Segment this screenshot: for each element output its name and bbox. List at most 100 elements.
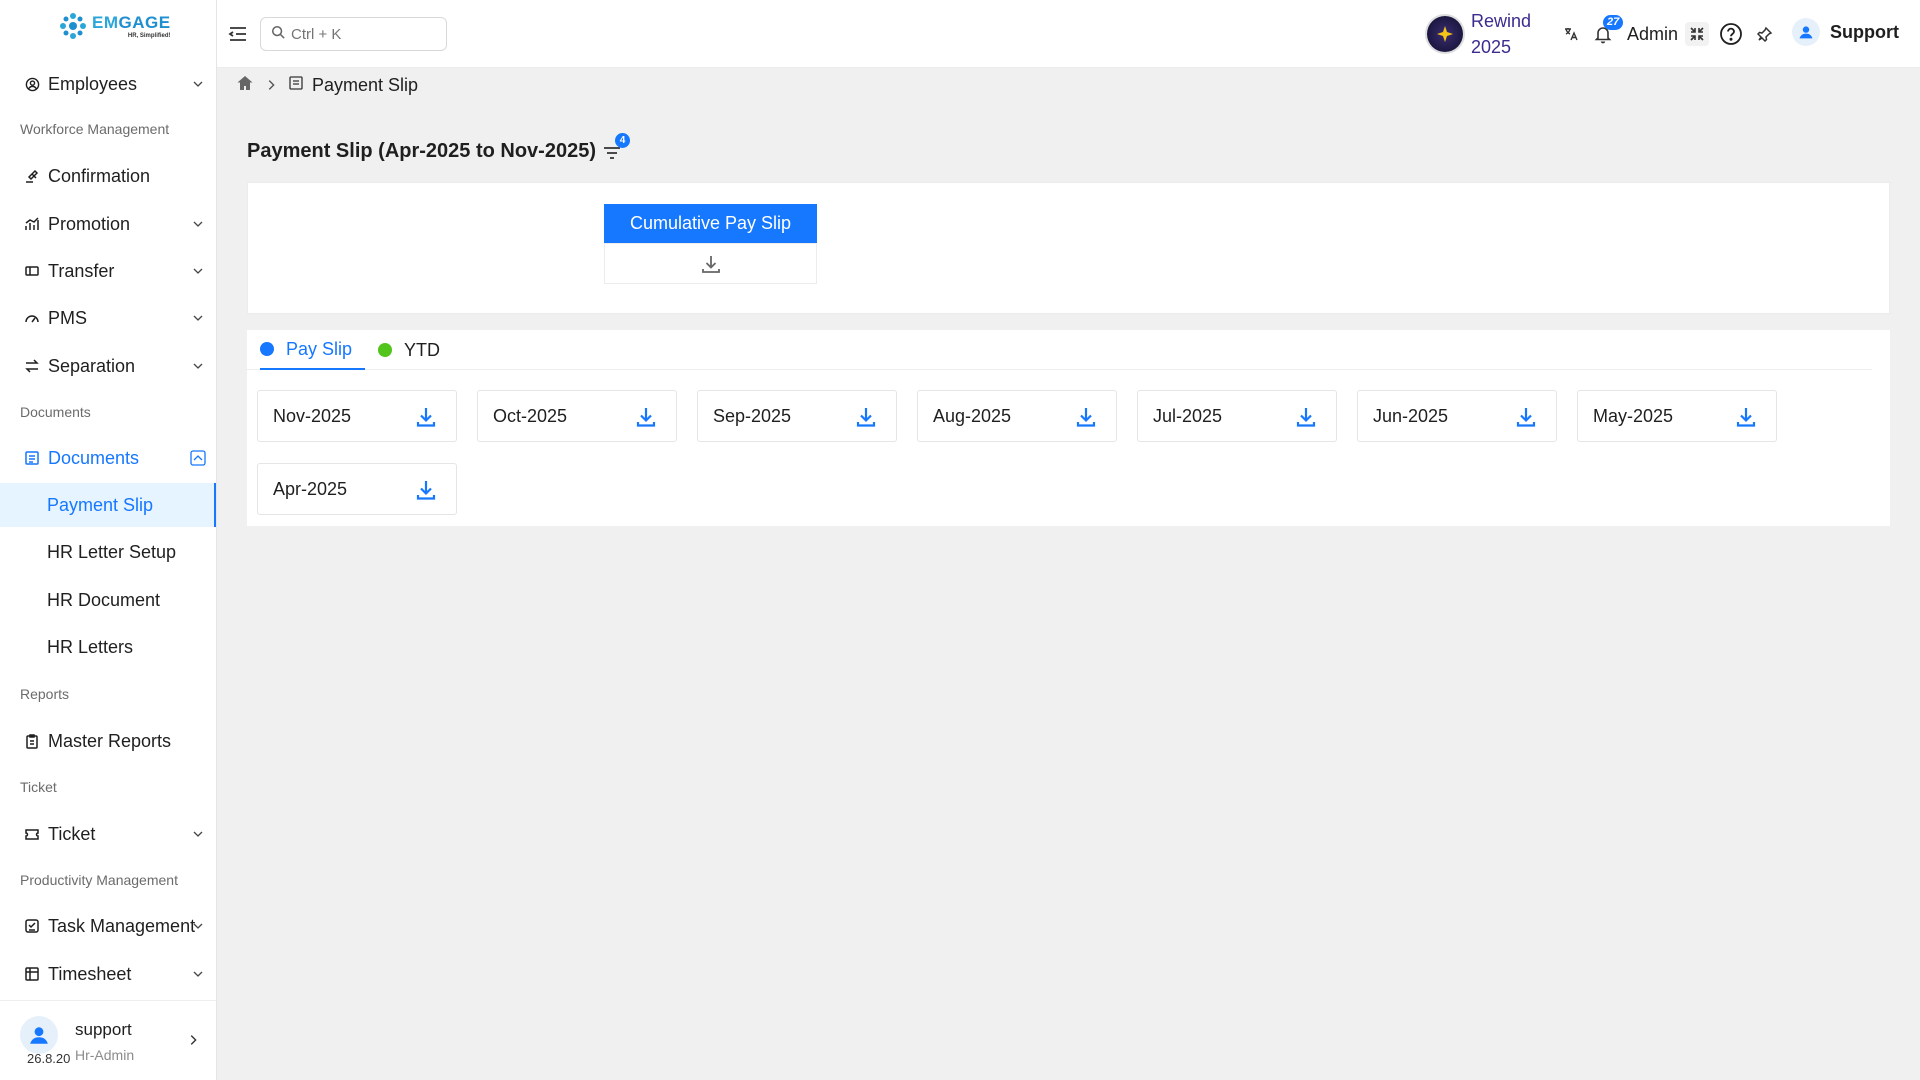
- chevron-right-icon: [268, 80, 275, 90]
- sidebar-item-label: Transfer: [48, 260, 115, 281]
- tab-label: Pay Slip: [286, 338, 353, 359]
- help-icon[interactable]: [1719, 22, 1743, 46]
- sidebar-item-separation[interactable]: Separation: [0, 344, 216, 388]
- transfer-icon: [24, 263, 40, 279]
- payslip-card: Aug-2025: [917, 390, 1117, 442]
- user-menu-label: Support: [1830, 21, 1899, 42]
- user-circle-icon: [24, 76, 40, 92]
- sidebar-item-label: Master Reports: [48, 730, 172, 751]
- tab-ytd[interactable]: YTD: [378, 330, 458, 370]
- translate-icon[interactable]: [1559, 22, 1583, 46]
- emgage-logo[interactable]: EMGAGE HR, Simplified!: [58, 10, 171, 42]
- download-icon[interactable]: [1074, 405, 1098, 429]
- sidebar-item-master-reports[interactable]: Master Reports: [0, 719, 216, 763]
- avatar: [1792, 18, 1820, 46]
- group-productivity: Productivity Management: [20, 872, 178, 888]
- filter-count-badge: 4: [615, 132, 630, 148]
- sidebar-item-hr-letters[interactable]: HR Letters: [0, 625, 216, 669]
- chevron-down-icon: [193, 971, 203, 977]
- table-icon: [24, 966, 40, 982]
- download-icon[interactable]: [1514, 405, 1538, 429]
- breadcrumb: Payment Slip: [236, 74, 418, 96]
- sidebar-item-label: PMS: [48, 307, 88, 328]
- chart-icon: [24, 216, 40, 232]
- tab-label: YTD: [404, 339, 440, 360]
- gauge-icon: [24, 310, 40, 326]
- download-icon[interactable]: [634, 405, 658, 429]
- sidebar-item-ticket[interactable]: Ticket: [0, 812, 216, 856]
- sidebar-item-label: Employees: [48, 73, 138, 94]
- menu-toggle-icon[interactable]: [227, 23, 249, 45]
- fullscreen-exit-icon[interactable]: [1685, 22, 1709, 46]
- sidebar-item-label: Timesheet: [48, 963, 132, 984]
- sidebar-item-label: Promotion: [48, 213, 131, 234]
- sidebar-item-label: HR Letter Setup: [47, 541, 177, 562]
- download-icon[interactable]: [1294, 405, 1318, 429]
- avatar: [20, 1016, 58, 1054]
- pin-icon[interactable]: [1753, 22, 1777, 46]
- filter-button[interactable]: 4: [602, 132, 630, 163]
- sidebar-item-documents[interactable]: Documents: [0, 436, 216, 480]
- group-workforce: Workforce Management: [20, 121, 170, 137]
- task-icon: [24, 918, 40, 934]
- payslip-card: Jun-2025: [1357, 390, 1557, 442]
- sidebar-item-confirmation[interactable]: Confirmation: [0, 154, 216, 198]
- sidebar-item-task-management[interactable]: Task Management: [0, 904, 216, 948]
- chevron-down-icon: [193, 81, 203, 87]
- payslip-card: Jul-2025: [1137, 390, 1337, 442]
- app-version: 26.8.20: [27, 1051, 71, 1066]
- chevron-down-icon: [193, 363, 203, 369]
- sidebar-item-hr-document[interactable]: HR Document: [0, 578, 216, 622]
- tab-dot-blue: [260, 342, 274, 356]
- download-icon[interactable]: [854, 405, 878, 429]
- payslip-month: May-2025: [1593, 405, 1674, 426]
- user-role: Hr-Admin: [75, 1047, 135, 1063]
- sidebar-item-transfer[interactable]: Transfer: [0, 249, 216, 293]
- payslip-month: Jun-2025: [1373, 405, 1449, 426]
- payslip-panel: Pay Slip YTD Nov-2025 Oct-2025 Sep-2025 Aug…: [247, 330, 1890, 526]
- sidebar-item-pms[interactable]: PMS: [0, 296, 216, 340]
- payslip-month: Apr-2025: [273, 478, 348, 499]
- rewind-2025[interactable]: Rewind 2025: [1427, 8, 1547, 60]
- sidebar-item-payment-slip[interactable]: Payment Slip: [0, 483, 216, 527]
- chevron-down-icon: [193, 315, 203, 321]
- payslip-card: May-2025: [1577, 390, 1777, 442]
- chevron-down-icon: [193, 268, 203, 274]
- sidebar-item-label: Documents: [48, 447, 140, 468]
- sparkle-icon: [1427, 16, 1463, 52]
- top-header: Rewind 2025 27 Admin Support: [217, 0, 1920, 68]
- search-input[interactable]: [291, 25, 441, 43]
- logo-mark-icon: [58, 11, 88, 41]
- sidebar-item-employees[interactable]: Employees: [0, 62, 216, 106]
- sidebar-item-hr-letter-setup[interactable]: HR Letter Setup: [0, 530, 216, 574]
- home-icon[interactable]: [236, 74, 254, 97]
- sidebar-item-label: Ticket: [48, 823, 96, 844]
- payslip-card: Nov-2025: [257, 390, 457, 442]
- download-icon[interactable]: [414, 405, 438, 429]
- search-box[interactable]: [260, 17, 447, 51]
- payslip-month: Jul-2025: [1153, 405, 1223, 426]
- sidebar-user[interactable]: support 26.8.20 Hr-Admin: [0, 1000, 216, 1080]
- sidebar-item-label: HR Document: [47, 589, 161, 610]
- download-icon[interactable]: [414, 478, 438, 502]
- chevron-right-icon: [190, 1035, 197, 1045]
- user-menu[interactable]: Support: [1792, 18, 1899, 46]
- tab-dot-green: [378, 343, 392, 357]
- download-icon: [701, 255, 720, 273]
- tab-pay-slip[interactable]: Pay Slip: [260, 330, 365, 370]
- payslip-card: Oct-2025: [477, 390, 677, 442]
- role-switch[interactable]: Admin: [1627, 24, 1678, 45]
- sidebar-item-promotion[interactable]: Promotion: [0, 202, 216, 246]
- cumulative-download-button[interactable]: [604, 243, 817, 284]
- payslip-month: Aug-2025: [933, 405, 1012, 426]
- clipboard-icon: [24, 733, 40, 749]
- document-icon: [24, 450, 40, 466]
- payslip-month: Nov-2025: [273, 405, 352, 426]
- cumulative-pay-slip-button[interactable]: Cumulative Pay Slip: [604, 204, 817, 243]
- page-title: Payment Slip (Apr-2025 to Nov-2025) 4: [247, 132, 630, 163]
- user-name: support: [75, 1020, 132, 1039]
- sidebar-item-timesheet[interactable]: Timesheet: [0, 952, 216, 996]
- breadcrumb-label: Payment Slip: [312, 74, 419, 95]
- download-icon[interactable]: [1734, 405, 1758, 429]
- chevron-down-icon: [193, 923, 203, 929]
